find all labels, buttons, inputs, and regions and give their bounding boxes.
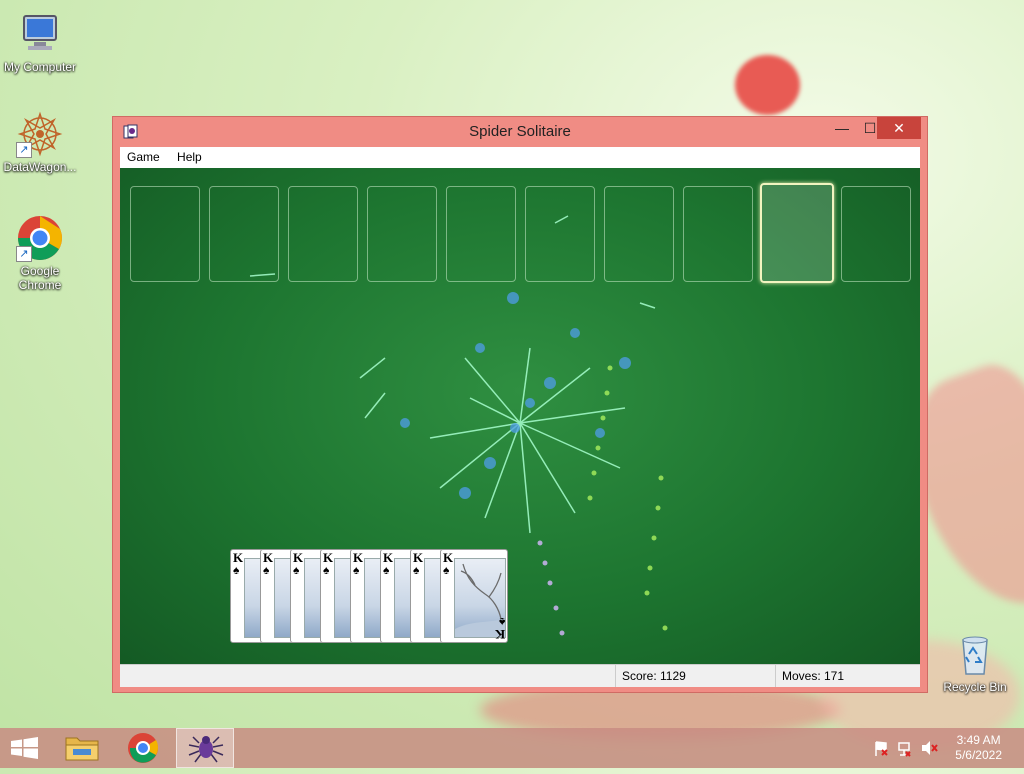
taskbar-clock[interactable]: 3:49 AM 5/6/2022 xyxy=(955,733,1002,763)
close-button[interactable]: ✕ xyxy=(877,117,921,139)
action-center-flag-icon xyxy=(875,741,888,756)
desktop-icon-label: My Computer xyxy=(3,60,77,74)
folder-icon xyxy=(65,737,99,761)
volume-muted-icon xyxy=(922,741,938,755)
status-bar: Score: 1129 Moves: 171 xyxy=(120,664,920,687)
taskbar-file-explorer[interactable] xyxy=(55,728,109,768)
menu-game[interactable]: Game xyxy=(120,147,167,164)
spade-suit-icon: ♠ xyxy=(323,563,330,577)
start-button[interactable] xyxy=(0,728,54,768)
game-board[interactable]: K ♠ K ♠ K ♠ K ♠ K ♠ K ♠ K ♠ K ♠ K ♠ xyxy=(120,168,920,664)
taskbar-google-chrome[interactable] xyxy=(116,728,170,768)
spade-suit-icon: ♠ xyxy=(498,615,505,629)
spider-solitaire-window[interactable]: Spider Solitaire — ☐ ✕ Game Help K ♠ K ♠… xyxy=(112,116,928,693)
computer-icon xyxy=(16,10,64,58)
spade-suit-icon: ♠ xyxy=(353,563,360,577)
shortcut-arrow-icon: ↗ xyxy=(16,142,32,158)
spade-suit-icon: ♠ xyxy=(383,563,390,577)
chrome-icon xyxy=(128,733,159,763)
desktop-icon-google-chrome[interactable]: ↗ Google Chrome xyxy=(0,214,80,292)
window-titlebar[interactable]: Spider Solitaire — ☐ ✕ xyxy=(113,117,927,147)
desktop-icon-label: Google Chrome xyxy=(18,264,62,292)
spade-suit-icon: ♠ xyxy=(293,563,300,577)
spider-icon xyxy=(188,736,224,763)
clock-date: 5/6/2022 xyxy=(955,748,1002,762)
taskbar-spider-solitaire[interactable] xyxy=(176,728,234,768)
desktop-icon-label: DataWagon... xyxy=(3,160,77,174)
desktop-icon-datawagon[interactable]: ↗ DataWagon... xyxy=(0,110,80,174)
menu-bar: Game Help xyxy=(120,147,920,169)
score-readout: Score: 1129 xyxy=(615,665,772,687)
desktop-icon-recycle-bin[interactable]: Recycle Bin xyxy=(935,630,1015,694)
desktop-icon-label: Recycle Bin xyxy=(943,680,1007,694)
playing-card[interactable]: K ♠ K ♠ xyxy=(440,549,508,643)
system-tray xyxy=(872,728,942,768)
clock-time: 3:49 AM xyxy=(956,733,1001,747)
moves-readout: Moves: 171 xyxy=(775,665,917,687)
recycle-bin-icon xyxy=(951,630,999,678)
wallpaper-petal xyxy=(735,55,800,115)
taskbar: 3:49 AM 5/6/2022 xyxy=(0,728,1024,768)
card-rank-bottom: K xyxy=(494,627,505,642)
spade-suit-icon: ♠ xyxy=(443,563,450,577)
spade-suit-icon: ♠ xyxy=(263,563,270,577)
chrome-icon: ↗ xyxy=(16,214,64,262)
network-icon xyxy=(898,742,911,757)
windows-logo-icon xyxy=(11,737,38,759)
window-title: Spider Solitaire xyxy=(469,123,571,140)
minimize-button[interactable]: — xyxy=(828,117,856,139)
menu-help[interactable]: Help xyxy=(170,147,209,164)
datawagon-icon: ↗ xyxy=(16,110,64,158)
spade-suit-icon: ♠ xyxy=(233,563,240,577)
spade-suit-icon: ♠ xyxy=(413,563,420,577)
shortcut-arrow-icon: ↗ xyxy=(16,246,32,262)
desktop-icon-my-computer[interactable]: My Computer xyxy=(0,10,80,74)
